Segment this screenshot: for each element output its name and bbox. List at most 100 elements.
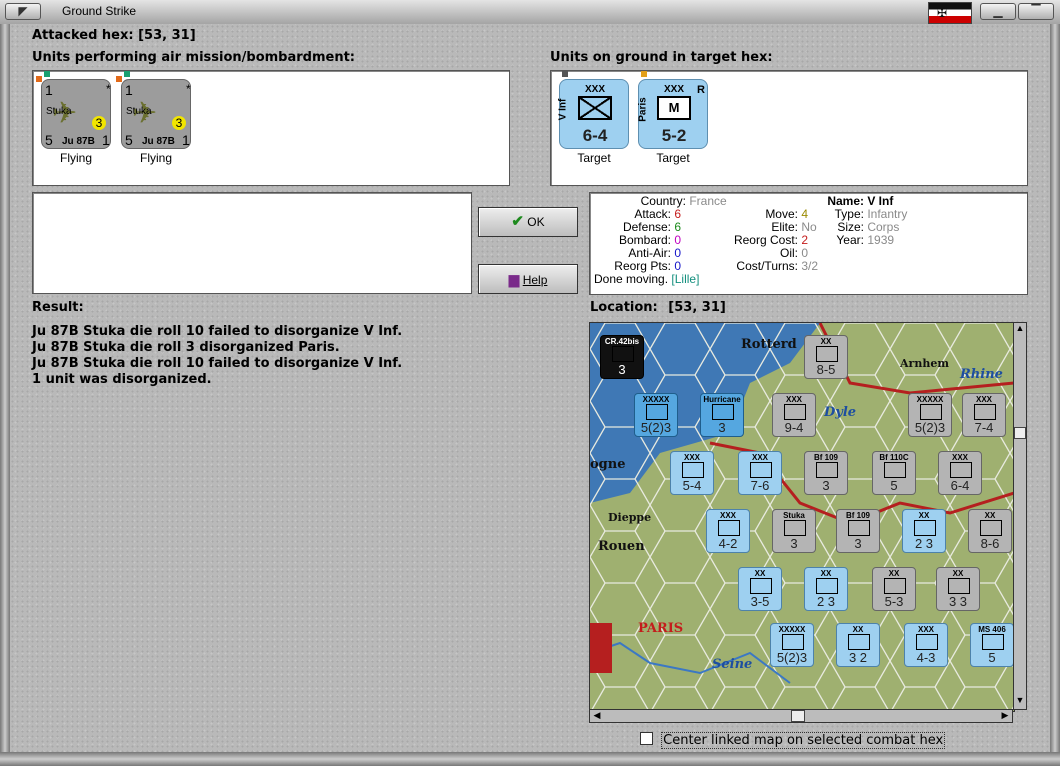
map-counter-value: 5(2)3 xyxy=(776,650,808,665)
unit-symbol-icon xyxy=(816,346,838,362)
air-unit-counter[interactable]: 1 * ✈ Stuka 3 5 Ju 87B 1 xyxy=(116,71,191,149)
linked-map[interactable]: Rotterd Arnhem Rhine Dyle Dieppe Rouen P… xyxy=(589,322,1015,712)
unit-symbol-icon xyxy=(750,462,772,478)
map-counter-value: 6-4 xyxy=(950,478,970,493)
right-border xyxy=(1050,24,1060,766)
map-unit-counter[interactable]: Bf 109 3 xyxy=(804,451,848,495)
map-unit-counter[interactable]: Stuka 3 xyxy=(772,509,816,553)
center-map-checkbox[interactable] xyxy=(640,732,653,745)
air-unit-counter[interactable]: 1 * ✈ Stuka 3 5 Ju 87B 1 xyxy=(36,71,111,149)
scroll-down-icon[interactable]: ▼ xyxy=(1014,695,1026,709)
result-line: 1 unit was disorganized. xyxy=(32,372,212,387)
unit-status: Flying xyxy=(139,151,172,165)
map-counter-type: CR.42bis xyxy=(604,337,640,346)
unit-strength: 6-4 xyxy=(582,126,608,145)
map-counter-type: XX xyxy=(820,337,832,346)
attacked-hex-heading: Attacked hex: [53, 31] xyxy=(32,28,196,43)
map-unit-counter[interactable]: Bf 110C 5 xyxy=(872,451,916,495)
map-counter-type: XXX xyxy=(785,395,802,404)
map-counter-value: 7-6 xyxy=(750,478,770,493)
map-unit-counter[interactable]: CR.42bis 3 xyxy=(600,335,644,379)
unit-tag-icon xyxy=(124,71,130,77)
map-unit-counter[interactable]: XXX 9-4 xyxy=(772,393,816,437)
ok-button[interactable]: ✔ OK xyxy=(478,207,578,237)
map-counter-type: XXXXX xyxy=(642,395,670,404)
attacked-hex-label: Attacked hex: xyxy=(32,28,134,43)
bombard-value: 0 xyxy=(674,233,682,247)
map-unit-counter[interactable]: XX 2 3 xyxy=(804,567,848,611)
scroll-thumb[interactable] xyxy=(1014,427,1026,439)
map-unit-counter[interactable]: XX 3 3 xyxy=(936,567,980,611)
map-unit-counter[interactable]: XXX 4-2 xyxy=(706,509,750,553)
scroll-right-icon[interactable]: ▶ xyxy=(998,710,1012,722)
map-counter-value: 2 3 xyxy=(914,536,934,551)
map-unit-counter[interactable]: XX 3-5 xyxy=(738,567,782,611)
map-unit-counter[interactable]: XX 2 3 xyxy=(902,509,946,553)
map-counter-type: Stuka xyxy=(783,511,805,520)
map-unit-counter[interactable]: XXXXX 5(2)3 xyxy=(908,393,952,437)
unit-side-name: Paris xyxy=(637,97,649,122)
map-unit-counter[interactable]: Bf 109 3 xyxy=(836,509,880,553)
unit-defense: 1 xyxy=(182,132,190,148)
map-counter-value: 5 xyxy=(988,650,996,665)
ground-strike-window: ◤ Ground Strike ✠ ▁ ▔ Attacked hex: [53,… xyxy=(0,0,1060,766)
map-counter-value: 9-4 xyxy=(784,420,804,435)
location-heading: Location: [53, 31] xyxy=(590,300,726,315)
map-unit-counter[interactable]: XXX 7-6 xyxy=(738,451,782,495)
infantry-symbol-icon: M xyxy=(657,96,691,120)
map-unit-counter[interactable]: XXXXX 5(2)3 xyxy=(770,623,814,667)
map-unit-counter[interactable]: Hurricane 3 xyxy=(700,393,744,437)
minimize-button[interactable]: ▁ xyxy=(980,3,1016,20)
ground-unit-counter[interactable]: XXX V Inf 6-4 xyxy=(557,71,629,149)
antiair-value: 0 xyxy=(674,246,682,260)
unit-tag-icon xyxy=(116,76,122,82)
type-value: Infantry xyxy=(867,207,908,221)
bottom-border xyxy=(0,752,1060,766)
map-unit-counter[interactable]: MS 406 5 xyxy=(970,623,1014,667)
unit-symbol-icon xyxy=(920,404,942,420)
help-button[interactable]: ▆ Help xyxy=(478,264,578,294)
scroll-up-icon[interactable]: ▲ xyxy=(1014,323,1026,337)
ground-unit-counter[interactable]: XXX R Paris M 5-2 xyxy=(637,71,708,149)
system-menu-button[interactable]: ◤ xyxy=(5,3,41,20)
map-horizontal-scrollbar[interactable]: ◀ ▶ xyxy=(589,709,1013,723)
scroll-thumb[interactable] xyxy=(791,710,805,722)
map-counter-value: 8-6 xyxy=(980,536,1000,551)
map-counter-type: Hurricane xyxy=(703,395,741,404)
unit-star: * xyxy=(186,82,191,96)
unit-defense: 1 xyxy=(102,132,110,148)
year-key: Year: xyxy=(836,233,864,247)
map-counter-value: 3-5 xyxy=(750,594,770,609)
title-bar: ◤ Ground Strike ✠ ▁ ▔ xyxy=(0,0,1060,25)
unit-symbol-icon xyxy=(916,634,938,650)
map-unit-counter[interactable]: XXX 6-4 xyxy=(938,451,982,495)
move-value: 4 xyxy=(801,207,809,221)
map-vertical-scrollbar[interactable]: ▲ ▼ xyxy=(1013,322,1027,710)
unit-symbol-icon xyxy=(784,520,806,536)
map-place: Seine xyxy=(712,657,753,672)
map-counter-value: 5-4 xyxy=(682,478,702,493)
map-unit-counter[interactable]: XX 3 2 xyxy=(836,623,880,667)
center-map-option[interactable]: Center linked map on selected combat hex xyxy=(640,732,946,749)
map-unit-counter[interactable]: XXX 5-4 xyxy=(670,451,714,495)
map-unit-counter[interactable]: XXXXX 5(2)3 xyxy=(634,393,678,437)
unit-tag-icon xyxy=(641,71,647,77)
map-unit-counter[interactable]: XX 5-3 xyxy=(872,567,916,611)
unit-badge: 3 xyxy=(92,116,106,130)
country-value: France xyxy=(689,194,727,208)
map-unit-counter[interactable]: XXX 7-4 xyxy=(962,393,1006,437)
unit-symbol-icon xyxy=(948,578,970,594)
map-counter-value: 3 xyxy=(718,420,726,435)
cost-turns-value: 3/2 xyxy=(801,259,819,273)
unit-symbol-icon xyxy=(718,520,740,536)
map-unit-counter[interactable]: XXX 4-3 xyxy=(904,623,948,667)
map-unit-counter[interactable]: XX 8-6 xyxy=(968,509,1012,553)
close-button[interactable]: ▔ xyxy=(1018,3,1054,20)
ok-button-label: OK xyxy=(527,215,545,229)
location-coords: [53, 31] xyxy=(668,300,726,315)
cost-turns-key: Cost/Turns: xyxy=(736,259,798,273)
map-unit-counter[interactable]: XX 8-5 xyxy=(804,335,848,379)
unit-tag-icon xyxy=(36,76,42,82)
scroll-left-icon[interactable]: ◀ xyxy=(590,710,604,722)
result-line: Ju 87B Stuka die roll 3 disorganized Par… xyxy=(32,340,340,355)
